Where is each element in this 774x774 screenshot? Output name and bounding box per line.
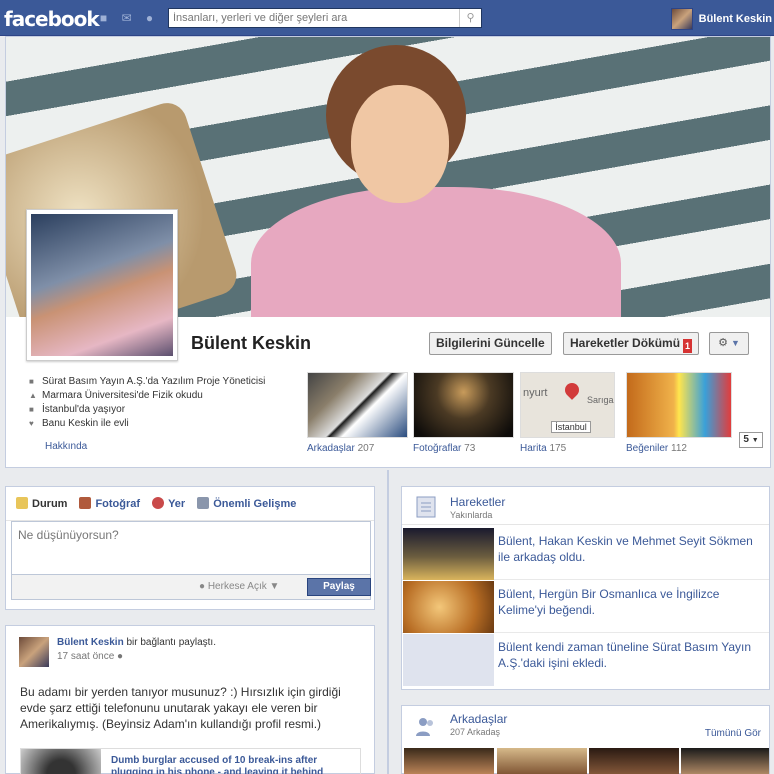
friends-tile-label[interactable]: Arkadaşlar 207 (307, 443, 374, 454)
photos-tile[interactable] (413, 372, 514, 438)
user-avatar (670, 8, 693, 30)
link-title[interactable]: Dumb burglar accused of 10 break-ins aft… (111, 755, 351, 774)
tab-place[interactable]: Yer (152, 497, 185, 510)
place-pin-icon (152, 497, 165, 509)
facebook-logo[interactable]: facebook (4, 7, 100, 31)
link-thumbnail (21, 749, 101, 774)
chevron-down-icon: ▼ (731, 338, 740, 348)
tab-photo[interactable]: Fotoğraf (79, 497, 140, 510)
briefcase-icon: ■ (29, 377, 34, 386)
post-body: Bu adamı bir yerden tanıyor musunuz? :) … (20, 685, 341, 731)
chevron-down-icon: ▼ (751, 437, 759, 444)
privacy-selector[interactable]: ● Herkese Açık ▼ (199, 581, 279, 592)
tab-life-event[interactable]: Önemli Gelişme (197, 497, 296, 510)
activity-thumbnail (403, 581, 494, 633)
friends-box: Arkadaşlar 207 Arkadaş Tümünü Gör (401, 705, 770, 774)
profile-picture[interactable] (26, 209, 178, 361)
post-timestamp[interactable]: 17 saat önce ● (57, 651, 123, 662)
likes-tile-label[interactable]: Beğeniler 112 (626, 443, 687, 454)
settings-dropdown-button[interactable]: ⚙ ▼ (709, 332, 749, 355)
post-header: Bülent Keskin bir bağlantı paylaştı. (57, 637, 216, 648)
notifications-icon[interactable]: ● (142, 11, 157, 25)
activity-text: Bülent, Hergün Bir Osmanlıca ve İngilizc… (498, 587, 720, 617)
activity-subtitle: Yakınlarda (450, 510, 493, 520)
about-link[interactable]: Hakkında (45, 441, 87, 452)
friends-title[interactable]: Arkadaşlar (450, 712, 507, 726)
user-name: Bülent Keskin (698, 13, 772, 25)
info-item-work: ■ Sürat Basım Yayın A.Ş.'da Yazılım Proje… (29, 376, 266, 387)
friend-thumbnail[interactable] (681, 748, 769, 774)
friend-requests-icon[interactable]: ■ (96, 11, 111, 25)
cover-dress (251, 187, 621, 317)
timeline-header: Bülent Keskin Bilgilerini Güncelle Harek… (5, 36, 771, 468)
globe-icon: ● (117, 651, 124, 662)
info-item-education: ▲ Marmara Üniversitesi'de Fizik okudu (29, 390, 203, 401)
composer-footer: ● Herkese Açık ▼ Paylaş (11, 575, 371, 600)
messages-icon[interactable]: ✉ (119, 11, 134, 25)
home-icon: ■ (29, 405, 34, 414)
story-post: Bülent Keskin bir bağlantı paylaştı. 17 … (5, 625, 375, 774)
recent-activity-box: Hareketler Yakınlarda Bülent, Hakan Kesk… (401, 486, 770, 690)
map-tile[interactable]: nyurt Sarıgaz İstanbul (520, 372, 615, 438)
activity-list-icon (416, 496, 436, 518)
top-bar: facebook ■ ✉ ● ⚲ Bülent Keskin (0, 0, 774, 36)
activity-text: Bülent kendi zaman tüneline Sürat Basım … (498, 640, 752, 670)
activity-header: Hareketler Yakınlarda (402, 487, 769, 525)
friends-icon (416, 718, 433, 736)
photo-icon (79, 497, 92, 509)
status-input[interactable]: Ne düşünüyorsun? (11, 521, 371, 575)
activity-item[interactable]: Bülent kendi zaman tüneline Sürat Basım … (402, 634, 769, 686)
map-tile-label[interactable]: Harita 175 (520, 443, 566, 454)
profile-name[interactable]: Bülent Keskin (191, 333, 311, 354)
heart-icon: ♥ (29, 419, 34, 428)
activity-title[interactable]: Hareketler (450, 495, 505, 509)
activity-log-badge: 1 (683, 339, 693, 353)
share-button[interactable]: Paylaş (307, 578, 371, 596)
link-preview[interactable]: Dumb burglar accused of 10 break-ins aft… (20, 748, 361, 774)
info-item-relationship: ♥ Banu Keskin ile evli (29, 418, 129, 429)
search-input[interactable] (169, 9, 459, 27)
activity-thumbnail (403, 528, 494, 580)
graduation-cap-icon: ▲ (29, 391, 37, 400)
friend-thumbnail[interactable] (497, 748, 587, 774)
friend-thumbnail[interactable] (404, 748, 494, 774)
cover-face (351, 85, 449, 203)
tab-status[interactable]: Durum (16, 497, 67, 510)
activity-text: Bülent, Hakan Keskin ve Mehmet Seyit Sök… (498, 534, 753, 564)
composer-tabs: Durum Fotoğraf Yer Önemli Gelişme (6, 487, 374, 521)
photos-tile-label[interactable]: Fotoğraflar 73 (413, 443, 475, 454)
map-pin-icon (562, 380, 582, 400)
post-author[interactable]: Bülent Keskin (57, 637, 124, 648)
user-nav[interactable]: Bülent Keskin (670, 8, 772, 30)
more-sections-button[interactable]: 5 ▼ (739, 432, 763, 448)
map-left-text: nyurt (523, 387, 548, 399)
status-icon (16, 497, 28, 509)
info-item-location: ■ İstanbul'da yaşıyor (29, 404, 126, 415)
chevron-down-icon: ▼ (269, 581, 280, 592)
post-author-avatar[interactable] (19, 637, 49, 667)
friends-subtitle: 207 Arkadaş (450, 727, 501, 737)
likes-tile[interactable] (626, 372, 732, 438)
profile-info-list: ■ Sürat Basım Yayın A.Ş.'da Yazılım Proje… (29, 375, 265, 431)
activity-log-label: Hareketler Dökümü (570, 336, 681, 350)
friends-tile[interactable] (307, 372, 408, 438)
activity-thumbnail (403, 634, 494, 686)
activity-item[interactable]: Bülent, Hakan Keskin ve Mehmet Seyit Sök… (402, 528, 769, 580)
map-city-label: İstanbul (551, 421, 591, 433)
search-box: ⚲ (168, 8, 482, 28)
activity-item[interactable]: Bülent, Hergün Bir Osmanlıca ve İngilizc… (402, 581, 769, 633)
life-event-icon (197, 497, 210, 509)
map-corner-text: Sarıgaz (587, 395, 615, 405)
status-composer: Durum Fotoğraf Yer Önemli Gelişme Ne düş… (5, 486, 375, 610)
gear-icon: ⚙ (718, 337, 728, 349)
see-all-friends-link[interactable]: Tümünü Gör (705, 728, 761, 739)
search-icon[interactable]: ⚲ (459, 9, 481, 27)
update-info-button[interactable]: Bilgilerini Güncelle (429, 332, 552, 355)
activity-log-button[interactable]: Hareketler Dökümü 1 (563, 332, 700, 355)
friend-thumbnail[interactable] (589, 748, 679, 774)
globe-icon: ● (199, 581, 206, 592)
timeline-spine (387, 470, 389, 774)
